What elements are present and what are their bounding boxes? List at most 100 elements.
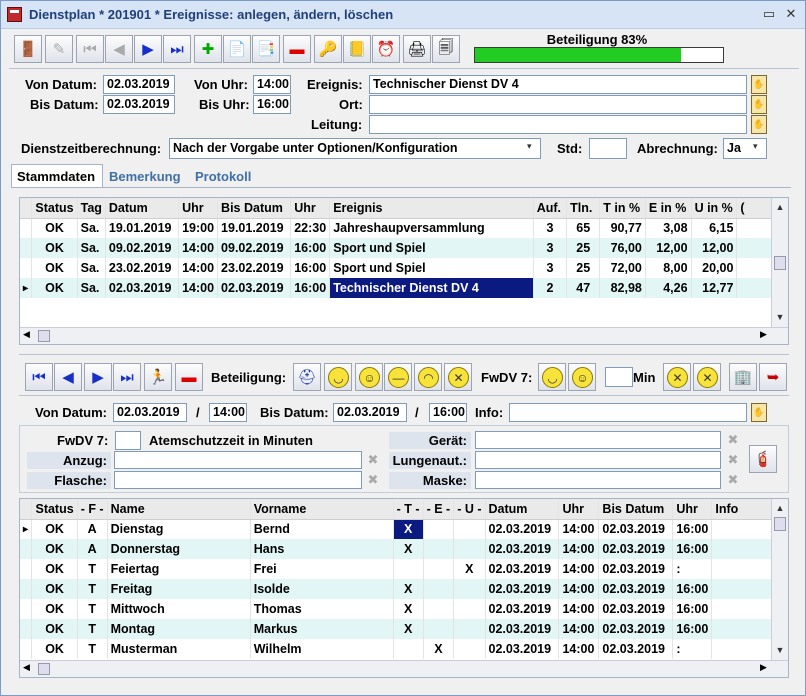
participant-row[interactable]: OK T Montag Markus X 02.03.2019 14:00 02.03.201…	[20, 619, 772, 639]
alarm-clock-icon[interactable]: ⏰	[372, 35, 400, 63]
detail-fwdv-field[interactable]	[115, 431, 141, 450]
events-vertical-scrollbar[interactable]: ▲ ▼	[771, 198, 788, 327]
minimize-button[interactable]: ▭	[761, 6, 777, 22]
bis-datum-field[interactable]: 02.03.2019	[103, 95, 175, 114]
maske-field[interactable]	[475, 471, 721, 489]
event-cell: Sa.	[77, 258, 106, 278]
leitung-field[interactable]	[369, 115, 747, 134]
leitung-label: Leitung:	[311, 117, 363, 132]
happy-face-icon[interactable]: ◡	[324, 363, 352, 391]
participants-vertical-scrollbar[interactable]: ▲ ▼	[771, 499, 788, 660]
copy-record-icon[interactable]: 📄	[223, 35, 251, 63]
event-row[interactable]: OK Sa. 09.02.2019 14:00 09.02.2019 16:00 Sport…	[20, 238, 772, 258]
detail-bis-uhr-field[interactable]: 16:00	[429, 403, 467, 422]
sad-face-icon[interactable]: ◠	[414, 363, 442, 391]
minutes-field[interactable]	[605, 367, 633, 387]
book-icon[interactable]: 📒	[343, 35, 371, 63]
event-cell: 4,26	[645, 278, 692, 298]
exit-icon[interactable]: 🚪	[14, 35, 42, 63]
participant-cell: T	[77, 639, 108, 659]
breathing-apparatus-icon[interactable]: 🧯	[749, 445, 777, 473]
leitung-picker-icon[interactable]: ✋	[751, 115, 767, 134]
dienstzeit-select[interactable]: Nach der Vorgabe unter Optionen/Konfigur…	[169, 138, 541, 159]
event-row[interactable]: ▸ OK Sa. 02.03.2019 14:00 02.03.2019 16:00 Tech…	[20, 278, 772, 298]
runner-icon[interactable]: 🏃	[144, 363, 172, 391]
event-row[interactable]: OK Sa. 19.01.2019 19:00 19.01.2019 22:30 Jahre…	[20, 218, 772, 238]
ort-field[interactable]	[369, 95, 747, 114]
participant-cell	[423, 579, 455, 599]
lungenaut-field[interactable]	[475, 451, 721, 469]
crossed-face-icon[interactable]: ✕	[444, 363, 472, 391]
detail-last-icon[interactable]: ⏭	[113, 363, 141, 391]
std-field[interactable]	[589, 138, 627, 159]
export-icon[interactable]: ➥	[759, 363, 787, 391]
lungenaut-clear-icon[interactable]: ✖	[725, 452, 741, 468]
detail-info-field[interactable]	[509, 403, 747, 422]
detail-next-icon[interactable]: ▶	[84, 363, 112, 391]
detail-delete-icon[interactable]: ▬	[175, 363, 203, 391]
edit-disabled-icon[interactable]: ✎	[45, 35, 73, 63]
events-horizontal-scrollbar[interactable]: ◀ ▶	[20, 327, 788, 344]
detail-previous-icon[interactable]: ◀	[54, 363, 82, 391]
participant-row[interactable]: OK T Musterman Wilhelm X 02.03.2019 14:00 02.03…	[20, 639, 772, 659]
neutral-face-icon[interactable]: —	[384, 363, 412, 391]
ereignis-field[interactable]: Technischer Dienst DV 4	[369, 75, 747, 94]
geraet-clear-icon[interactable]: ✖	[725, 432, 741, 448]
abrechnung-select[interactable]: Ja	[723, 138, 767, 159]
participants-header-row: Status - F - Name Vorname - T -- E -- U - Dat…	[20, 499, 772, 520]
participant-row[interactable]: OK A Donnerstag Hans X 02.03.2019 14:00 02.03.2…	[20, 539, 772, 559]
duplicate-record-icon[interactable]: 📑	[252, 35, 280, 63]
print-icon[interactable]: 🖨	[403, 35, 431, 63]
tab-bemerkung[interactable]: Bemerkung	[109, 169, 181, 184]
flasche-clear-icon[interactable]: ✖	[365, 472, 381, 488]
next-record-icon[interactable]: ▶	[134, 35, 162, 63]
ereignis-picker-icon[interactable]: ✋	[751, 75, 767, 94]
participant-row[interactable]: ▸ OK A Dienstag Bernd X 02.03.2019 14:00 02.03.2…	[20, 519, 772, 539]
von-datum-field[interactable]: 02.03.2019	[103, 75, 175, 94]
anzug-clear-icon[interactable]: ✖	[365, 452, 381, 468]
detail-bis-datum-field[interactable]: 02.03.2019	[333, 403, 407, 422]
fwdv-crossed-face-icon[interactable]: ✕	[663, 363, 691, 391]
add-record-icon[interactable]: ✚	[194, 35, 222, 63]
first-record-icon[interactable]: ⏮	[76, 35, 104, 63]
participant-cell: 02.03.2019	[598, 619, 674, 639]
fwdv-happy-face-icon[interactable]: ◡	[538, 363, 566, 391]
abrechnung-label: Abrechnung:	[637, 141, 718, 156]
last-record-icon[interactable]: ⏭	[163, 35, 191, 63]
close-button[interactable]: ✕	[783, 6, 799, 22]
fwdv-group-crossed-icon[interactable]: ✕	[693, 363, 721, 391]
building-icon[interactable]: 🏢	[729, 363, 757, 391]
events-column-header: Tag	[77, 198, 106, 219]
print-preview-icon[interactable]: 🗐	[432, 35, 460, 63]
previous-record-icon[interactable]: ◀	[105, 35, 133, 63]
participant-row[interactable]: OK T Feiertag Frei X 02.03.2019 14:00 02.03.201…	[20, 559, 772, 579]
event-row[interactable]: OK Sa. 23.02.2019 14:00 23.02.2019 16:00 Sport…	[20, 258, 772, 278]
anzug-label: Anzug:	[27, 452, 111, 469]
detail-first-icon[interactable]: ⏮	[25, 363, 53, 391]
key-icon[interactable]: 🔑	[314, 35, 342, 63]
bis-uhr-field[interactable]: 16:00	[253, 95, 291, 114]
participants-horizontal-scrollbar[interactable]: ◀ ▶	[20, 660, 788, 677]
ort-picker-icon[interactable]: ✋	[751, 95, 767, 114]
tab-protokoll[interactable]: Protokoll	[195, 169, 251, 184]
maske-clear-icon[interactable]: ✖	[725, 472, 741, 488]
info-picker-icon[interactable]: ✋	[751, 403, 767, 422]
delete-record-icon[interactable]: ▬	[283, 35, 311, 63]
detail-von-uhr-field[interactable]: 14:00	[209, 403, 247, 422]
group-faces-icon[interactable]: ☺	[355, 363, 383, 391]
helmet-icon[interactable]: ⛑	[293, 363, 321, 391]
participant-row[interactable]: OK T Freitag Isolde X 02.03.2019 14:00 02.03.20…	[20, 579, 772, 599]
flasche-field[interactable]	[114, 471, 362, 489]
participant-cell: 02.03.2019	[485, 559, 560, 579]
participant-row[interactable]: OK T Mittwoch Thomas X 02.03.2019 14:00 02.03.2…	[20, 599, 772, 619]
dienstzeit-dropdown-icon[interactable]: ▾	[527, 141, 532, 152]
anzug-field[interactable]	[114, 451, 362, 469]
abrechnung-dropdown-icon[interactable]: ▾	[753, 141, 758, 152]
von-uhr-field[interactable]: 14:00	[253, 75, 291, 94]
fwdv-group-faces-icon[interactable]: ☺	[568, 363, 596, 391]
participant-cell: :	[672, 559, 713, 579]
app-icon	[7, 7, 22, 22]
detail-von-datum-field[interactable]: 02.03.2019	[113, 403, 187, 422]
geraet-field[interactable]	[475, 431, 721, 449]
participant-cell: 16:00	[672, 539, 713, 559]
